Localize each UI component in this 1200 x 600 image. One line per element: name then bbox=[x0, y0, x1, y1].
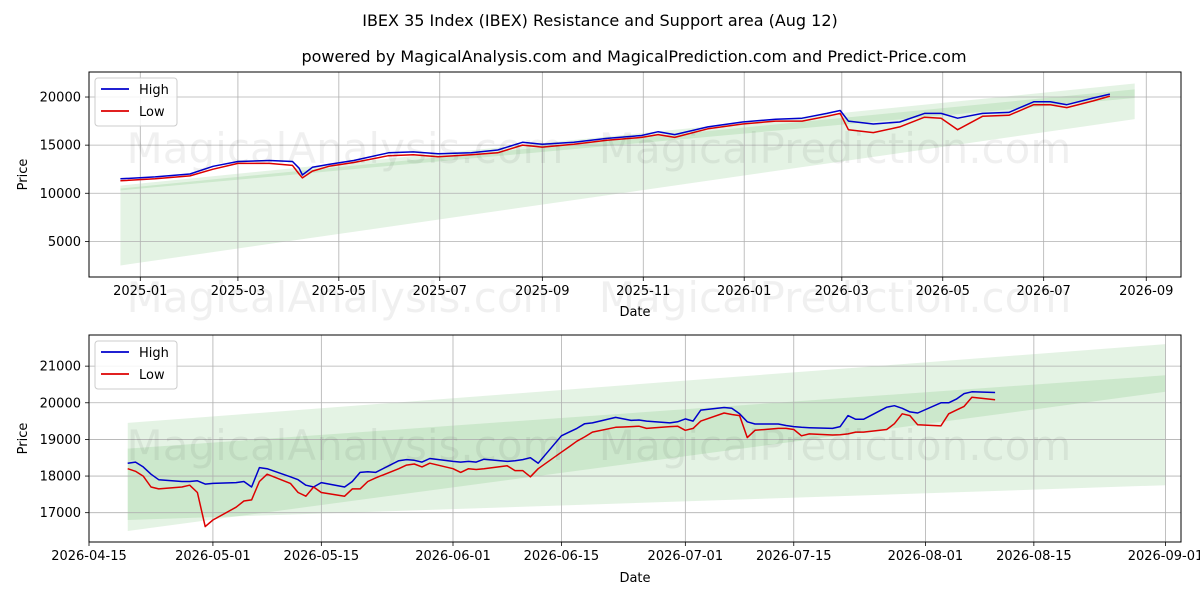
y-tick-label: 10000 bbox=[40, 187, 81, 202]
y-tick-label: 17000 bbox=[40, 506, 81, 521]
x-tick-label: 2026-05-15 bbox=[284, 549, 360, 564]
chart-subtitle: powered by MagicalAnalysis.com and Magic… bbox=[301, 47, 966, 66]
y-tick-label: 20000 bbox=[40, 91, 81, 106]
y-tick-label: 5000 bbox=[48, 235, 81, 250]
watermark-top-right: MagicalPrediction.com bbox=[599, 124, 1072, 173]
y-tick-label: 18000 bbox=[40, 470, 81, 485]
x-tick-label: 2026-04-15 bbox=[51, 549, 127, 564]
legend-label-high: High bbox=[139, 83, 169, 98]
legend-label-low: Low bbox=[139, 105, 165, 120]
x-tick-label: 2026-05-01 bbox=[175, 549, 251, 564]
y-axis-label: Price bbox=[16, 423, 31, 455]
x-tick-label: 2026-09 bbox=[1119, 284, 1173, 299]
x-tick-label: 2026-09-01 bbox=[1128, 549, 1200, 564]
y-tick-label: 19000 bbox=[40, 433, 81, 448]
x-tick-label: 2026-06-01 bbox=[415, 549, 491, 564]
x-tick-label: 2026-06-15 bbox=[524, 549, 600, 564]
watermark-mid-right: MagicalPrediction.com bbox=[599, 273, 1072, 322]
watermark-bottom-right: MagicalPrediction.com bbox=[599, 421, 1072, 470]
x-tick-label: 2026-07-15 bbox=[756, 549, 832, 564]
watermark-mid-left: MagicalAnalysis.com bbox=[127, 273, 564, 322]
x-tick-label: 2026-08-15 bbox=[996, 549, 1072, 564]
legend: High Low bbox=[94, 340, 178, 390]
y-tick-label: 21000 bbox=[40, 360, 81, 375]
watermark-top-left: MagicalAnalysis.com bbox=[127, 124, 564, 173]
x-tick-label: 2026-07-01 bbox=[648, 549, 724, 564]
legend-label-high: High bbox=[139, 346, 169, 361]
figure: IBEX 35 Index (IBEX) Resistance and Supp… bbox=[16, 11, 1200, 586]
watermark-bottom-left: MagicalAnalysis.com bbox=[127, 421, 564, 470]
x-axis-label: Date bbox=[619, 571, 650, 586]
chart-title: IBEX 35 Index (IBEX) Resistance and Supp… bbox=[362, 11, 838, 30]
legend: High Low bbox=[94, 77, 178, 127]
y-axis-label: Price bbox=[16, 159, 31, 191]
y-tick-label: 15000 bbox=[40, 139, 81, 154]
band-group bbox=[120, 83, 1135, 266]
legend-label-low: Low bbox=[139, 368, 165, 383]
y-tick-label: 20000 bbox=[40, 396, 81, 411]
x-tick-label: 2026-08-01 bbox=[888, 549, 964, 564]
